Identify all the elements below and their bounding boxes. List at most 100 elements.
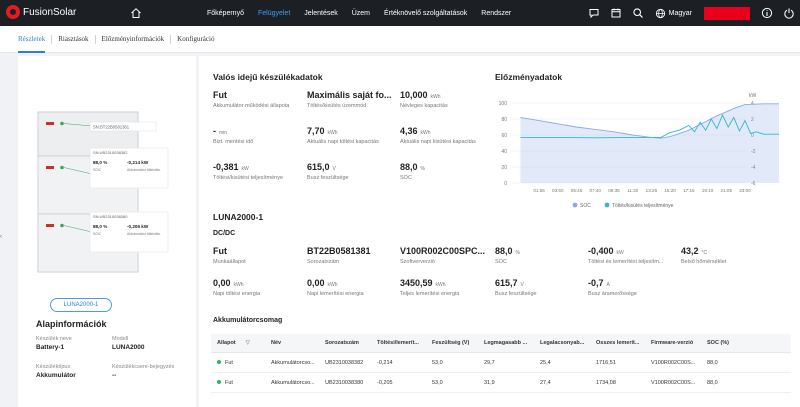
status-dot-icon [217, 380, 221, 385]
metric-unit: A [606, 282, 610, 288]
metric-daily-charge: 7,70 kWh Aktuális napi töltési kapacitás [307, 126, 379, 145]
model-field: Modell LUNA2000 [112, 336, 145, 351]
module1-power-label: Akkumulátor töltés/kis. [127, 168, 161, 172]
device-detail-panel: Valós idejű készülékadatok Fut Akkumulát… [199, 56, 800, 407]
user-account-redacted[interactable] [704, 6, 750, 20]
status-cell: Fut [211, 360, 265, 366]
replacement-value: -- [112, 372, 117, 379]
metric-unit: % [420, 166, 425, 172]
y-left-tick-label: 0 [504, 181, 507, 187]
table-cell: Akkumulátorcso... [271, 359, 315, 366]
metric-label: Busz feszültsége [307, 175, 349, 181]
dcdc-software-version: V100R002C00SPC... Szoftververzió [400, 246, 488, 265]
metric-value: 43,2 [681, 246, 699, 256]
nav-item-home[interactable]: Főképernyő [200, 10, 251, 17]
x-tick-label: 17:15 [683, 188, 695, 193]
nav-item-plant[interactable]: Üzem [345, 10, 377, 17]
collapse-side-icon[interactable]: ‹ [0, 234, 4, 242]
column-header-serial[interactable]: Sorozatszám [319, 340, 371, 346]
table-cell: UB2310038382 [325, 359, 364, 366]
table-cell: 53,0 [432, 379, 443, 386]
battery-pack-table: Állapot ▽ Név Sorozatszám Töltési/lemerít… [211, 334, 791, 393]
metric-unit: kWh [420, 130, 431, 136]
metric-label: SOC [400, 175, 412, 181]
replacement-field: Készülékcsere-bejegyzés -- [112, 364, 174, 379]
nav-item-reports[interactable]: Jelentések [297, 10, 344, 17]
column-header-total-discharge[interactable]: Összes lemerít... [590, 340, 645, 346]
nav-item-monitoring[interactable]: Felügyelet [251, 10, 297, 17]
tab-history[interactable]: Előzményinformációk [96, 26, 171, 53]
unit-label-button[interactable]: LUNA2000-1 [50, 298, 112, 312]
metric-label: Belső hőmérséklet [681, 259, 727, 265]
metric-label: Akkumulátor működési állapota [213, 103, 290, 109]
dcdc-daily-discharge-energy: 0,00 kWh Napi lemerítési energia [307, 278, 364, 297]
table-cell: UB2310038380 [325, 379, 364, 386]
logo[interactable]: FusionSolar [6, 5, 76, 19]
metric-unit: kWh [327, 282, 338, 288]
tab-configuration[interactable]: Konfiguráció [171, 26, 220, 53]
metric-value: Maximális saját fo... [307, 90, 392, 100]
table-cell: -0,214 [377, 359, 393, 366]
chat-icon[interactable] [588, 7, 600, 19]
main-nav: Főképernyő Felügyelet Jelentések Üzem Ér… [200, 0, 518, 26]
table-cell: 88,0 [707, 359, 718, 366]
column-header-name[interactable]: Név [265, 340, 319, 346]
dcdc-internal-temperature: 43,2 °C Belső hőmérséklet [681, 246, 726, 265]
legend-power-marker [604, 202, 610, 208]
column-header-charge[interactable]: Töltési/lemerít... [371, 340, 426, 346]
column-header-lowest[interactable]: Legalacsonyab... [534, 340, 590, 346]
tab-alarms[interactable]: Riasztások [52, 26, 94, 53]
x-tick-label: 23:00 [739, 188, 751, 193]
y-left-tick-label: 60 [501, 133, 507, 139]
info-icon[interactable] [761, 7, 773, 19]
column-header-voltage[interactable]: Feszültség (V) [426, 340, 478, 346]
dcdc-soc: 88,0% SOC [495, 246, 520, 265]
y-left-tick-label: 80 [501, 117, 507, 123]
metric-unit: V [332, 166, 336, 172]
module2-serial-label: SN:UB2310038380 [93, 214, 128, 219]
table-row[interactable]: Fut Akkumulátorcso... UB2310038380 -0,20… [211, 373, 791, 393]
metric-label: Aktuális napi töltési kapacitás [307, 139, 379, 145]
metric-value: V100R002C00SPC... [400, 246, 486, 256]
metric-unit: kW [241, 166, 249, 172]
metric-label: Bizt. mentési idő [213, 139, 254, 145]
x-tick-label: 01:55 [533, 188, 545, 193]
table-cell: 27,4 [540, 379, 551, 386]
y-left-tick-label: 20 [501, 165, 507, 171]
search-icon[interactable] [632, 7, 644, 19]
home-icon[interactable] [130, 7, 142, 19]
tab-details[interactable]: Részletek [12, 26, 51, 53]
metric-value: -0,400 [588, 246, 614, 256]
metric-unit: % [515, 250, 520, 256]
nav-item-value-added-services[interactable]: Értéknövelő szolgáltatások [377, 10, 474, 17]
module1-soc-label: SOC [93, 168, 101, 172]
module2-power-value: -0,205 kW [127, 224, 149, 229]
column-header-firmware[interactable]: Firmware-verzió [645, 340, 701, 346]
column-header-highest[interactable]: Legmagasabb ... [478, 340, 534, 346]
metric-label: Teljes lemerítési energia [400, 291, 460, 297]
column-header-soc[interactable]: SOC (%) [701, 340, 751, 346]
table-cell: 31,9 [484, 379, 495, 386]
metric-charge-mode: Maximális saját fo... Töltés/kisütés üze… [307, 90, 395, 109]
history-chart[interactable]: 100806040200420-2-4-6kW01:55 03:50 05:45 07… [483, 81, 779, 211]
dcdc-charge-power: -0,400 kW Töltési és lemerítési teljesítm… [588, 246, 664, 265]
metric-daily-discharge: 4,36 kWh Aktuális napi kisütési kapacitás [400, 126, 476, 145]
table-cell: -0,205 [377, 379, 393, 386]
battery-device-image: SN:BT22B0581381 SN:UB2310038382 88,0 % S… [37, 111, 169, 273]
calendar-icon[interactable] [610, 7, 622, 19]
metric-value: - [213, 126, 216, 136]
filter-icon[interactable]: ▽ [246, 340, 250, 346]
metric-label: Sorozatszám [307, 259, 340, 265]
device-type-key: Készüléktípus [36, 364, 71, 370]
column-header-status[interactable]: Állapot ▽ [211, 340, 265, 346]
nav-item-system[interactable]: Rendszer [474, 10, 518, 17]
table-cell: 25,4 [540, 359, 551, 366]
metric-label: Napi töltési energia [213, 291, 261, 297]
logout-icon[interactable] [783, 7, 795, 19]
language-selector[interactable]: Magyar [655, 8, 692, 19]
table-cell: V100R002C00S... [651, 359, 696, 366]
top-serial-label: SN:BT22B0581381 [93, 125, 130, 130]
metric-unit: kWh [435, 282, 446, 288]
status-cell: Fut [211, 380, 265, 386]
table-row[interactable]: Fut Akkumulátorcso... UB2310038382 -0,21… [211, 353, 791, 373]
